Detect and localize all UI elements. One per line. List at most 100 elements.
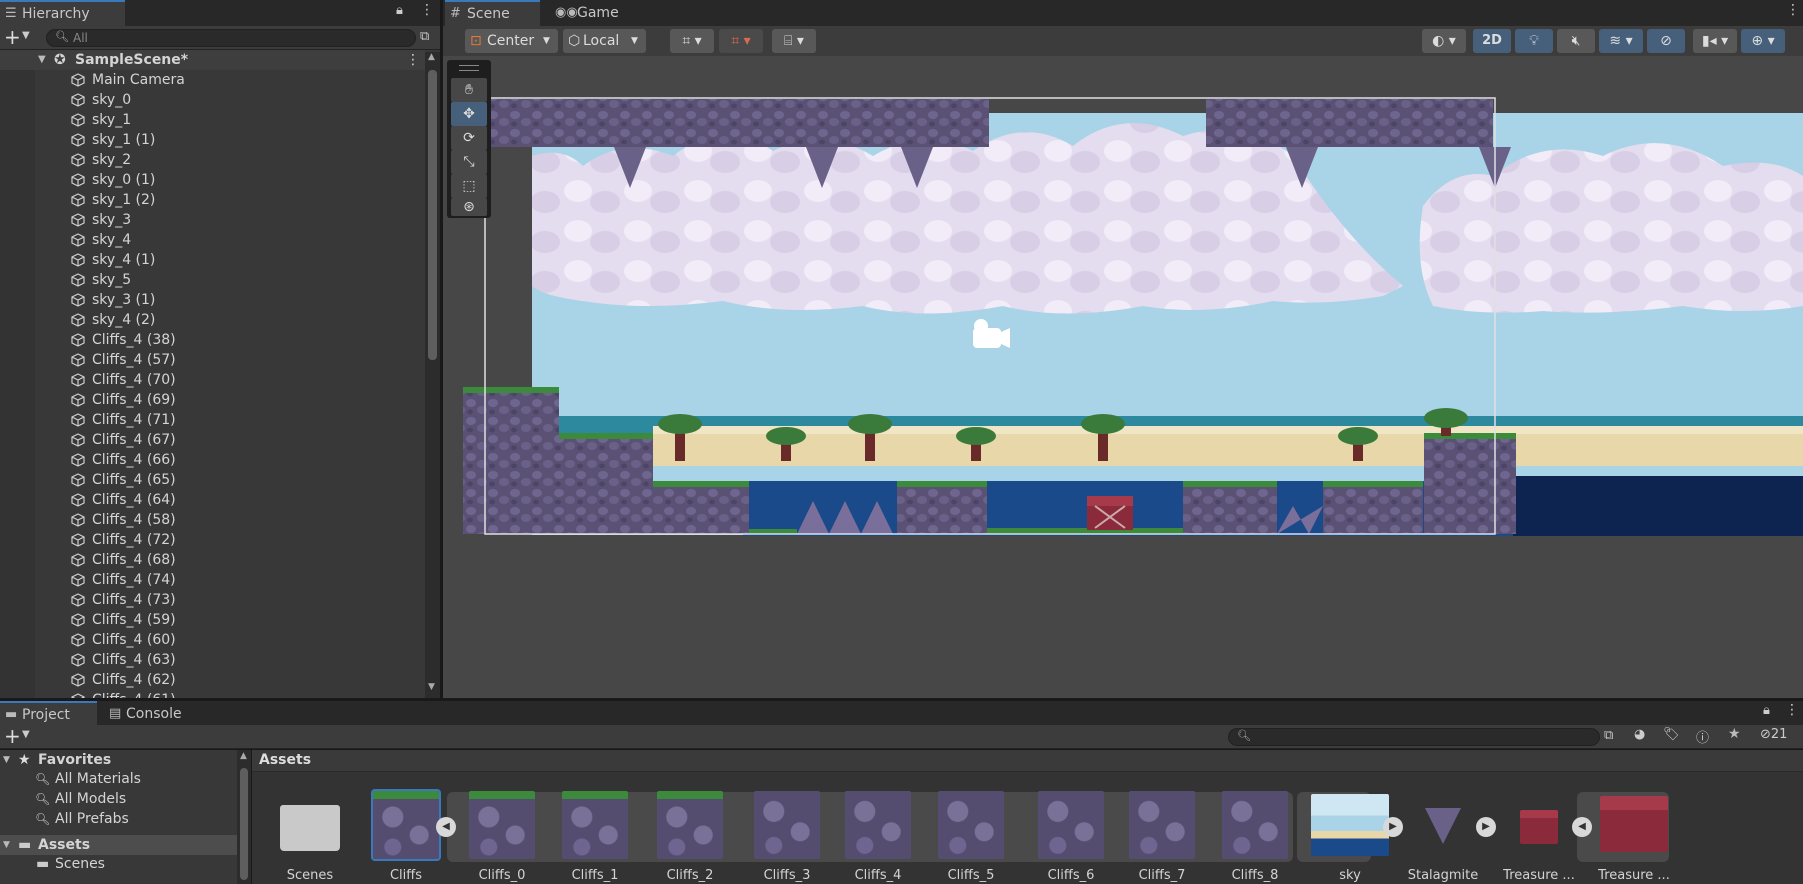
scene-visibility-button[interactable]: ⊘ [1647,29,1685,53]
asset-thumbnail[interactable] [469,791,535,859]
audio-toggle-button[interactable]: 🔇︎ [1557,29,1595,53]
hierarchy-scrollbar[interactable]: ▲ ▼ [425,52,440,698]
asset-label[interactable]: Cliffs_8 [1210,868,1300,883]
asset-thumbnail[interactable] [1520,810,1558,844]
add-icon[interactable]: + [4,725,21,747]
hierarchy-search-input[interactable]: 🔍︎ All [46,29,416,47]
gizmos-button[interactable]: ⊕ ▾ [1741,29,1785,53]
asset-thumbnail[interactable] [1222,791,1288,859]
hierarchy-item[interactable]: sky_3 (1) [0,290,425,310]
asset-thumbnail[interactable] [1600,796,1668,852]
hierarchy-item[interactable]: Cliffs_4 (67) [0,430,425,450]
asset-thumbnail[interactable] [754,791,820,859]
asset-label[interactable]: Stalagmite [1398,868,1488,883]
scene-row[interactable]: ▼ ✪ SampleScene* ⋮ [0,50,425,70]
hierarchy-item[interactable]: sky_1 (2) [0,190,425,210]
hierarchy-item[interactable]: Cliffs_4 (64) [0,490,425,510]
folder-scenes[interactable]: ▬ Scenes [0,854,237,874]
hierarchy-item[interactable]: sky_4 [0,230,425,250]
tab-hierarchy[interactable]: ☰ Hierarchy [0,0,125,26]
project-tree-scrollbar[interactable]: ▲ [237,750,251,884]
foldout-arrow-icon[interactable]: ▼ [3,750,10,770]
hierarchy-item[interactable]: sky_1 [0,110,425,130]
asset-thumbnail[interactable] [371,789,441,861]
foldout-arrow-icon[interactable]: ▼ [3,835,10,855]
hierarchy-item[interactable]: sky_3 [0,210,425,230]
collapse-arrow-icon[interactable]: ◀ [1572,817,1592,837]
filter-type-icon[interactable]: ◕ [1634,727,1645,742]
hierarchy-item[interactable]: Cliffs_4 (72) [0,530,425,550]
move-tool-button[interactable]: ✥ [451,102,487,126]
filter-label-icon[interactable]: 🏷︎ [1663,727,1680,742]
pivot-center-dropdown[interactable]: ⊡ Center ▼ [465,29,558,53]
foldout-arrow-icon[interactable]: ▼ [38,50,46,70]
asset-thumbnail[interactable] [562,791,628,859]
asset-thumbnail[interactable] [938,791,1004,859]
lock-icon[interactable]: 🔒︎ [396,3,403,18]
asset-label[interactable]: Cliffs_3 [742,868,832,883]
hierarchy-item[interactable]: Cliffs_4 (70) [0,370,425,390]
favorite-item[interactable]: 🔍︎ All Models [0,789,237,809]
favorites-header[interactable]: ▼ ★ Favorites [0,750,240,770]
hierarchy-item[interactable]: Cliffs_4 (69) [0,390,425,410]
hierarchy-item[interactable]: Cliffs_4 (57) [0,350,425,370]
hand-tool-button[interactable]: ✋︎ [451,78,487,102]
hidden-packages-icon[interactable]: ⊘21 [1760,727,1787,742]
hierarchy-item[interactable]: Cliffs_4 (68) [0,550,425,570]
scene-menu-icon[interactable]: ⋮ [406,50,420,70]
favorite-star-icon[interactable]: ★ [1728,726,1741,742]
hierarchy-item[interactable]: Cliffs_4 (66) [0,450,425,470]
scene-camera-button[interactable]: ▮◂ ▾ [1693,29,1737,53]
hierarchy-item[interactable]: sky_4 (2) [0,310,425,330]
kebab-menu-icon[interactable]: ⋮ [420,2,434,18]
increment-snap-button[interactable]: ⌗ ▾ [719,29,763,53]
lock-icon[interactable]: 🔒︎ [1763,703,1770,718]
expand-arrow-icon[interactable]: ▶ [1383,817,1403,837]
asset-label[interactable]: sky [1305,868,1395,883]
hierarchy-item[interactable]: Cliffs_4 (62) [0,670,425,690]
lighting-toggle-button[interactable]: 💡︎ [1515,29,1553,53]
asset-label[interactable]: Cliffs_4 [833,868,923,883]
hierarchy-item[interactable]: Main Camera [0,70,425,90]
expand-arrow-icon[interactable]: ▶ [1476,817,1496,837]
scene-viewport[interactable]: ✋︎ ✥ ⟳ ⤡ ⬚ ⊛ [443,56,1803,698]
rotate-tool-button[interactable]: ⟳ [451,126,487,150]
kebab-menu-icon[interactable]: ⋮ [1786,2,1800,18]
hierarchy-item[interactable]: Cliffs_4 (73) [0,590,425,610]
scroll-up-icon[interactable]: ▲ [240,751,247,761]
hierarchy-item[interactable]: Cliffs_4 (65) [0,470,425,490]
collapse-arrow-icon[interactable]: ◀ [436,817,456,837]
2d-mode-button[interactable]: 2D [1473,29,1511,53]
hierarchy-item[interactable]: sky_0 [0,90,425,110]
asset-label[interactable]: Cliffs_0 [457,868,547,883]
effects-toggle-button[interactable]: ≋ ▾ [1599,29,1643,53]
pivot-local-dropdown[interactable]: ⬡ Local ▼ [563,29,646,53]
grid-visibility-button[interactable]: ⌸ ▾ [772,29,816,53]
hierarchy-item[interactable]: Cliffs_4 (74) [0,570,425,590]
asset-label[interactable]: Cliffs [361,868,451,883]
asset-label[interactable]: Cliffs_5 [926,868,1016,883]
tab-console[interactable]: ▤ Console [104,701,204,727]
hierarchy-item[interactable]: Cliffs_4 (71) [0,410,425,430]
hierarchy-item[interactable]: sky_4 (1) [0,250,425,270]
drag-handle[interactable] [459,65,479,71]
hierarchy-item[interactable]: Cliffs_4 (60) [0,630,425,650]
hierarchy-item[interactable]: Cliffs_4 (63) [0,650,425,670]
scroll-down-icon[interactable]: ▼ [428,682,435,692]
add-icon[interactable]: + [4,26,21,48]
hierarchy-item[interactable]: sky_0 (1) [0,170,425,190]
rect-tool-button[interactable]: ⬚ [451,174,487,198]
hierarchy-item[interactable]: sky_1 (1) [0,130,425,150]
project-search-input[interactable]: 🔍︎ [1228,728,1600,746]
hierarchy-item[interactable]: sky_2 [0,150,425,170]
tab-game[interactable]: ◉◉ Game [549,0,644,26]
asset-thumbnail[interactable] [657,791,723,859]
assets-root[interactable]: ▼ ▬ Assets [0,835,237,855]
scroll-up-icon[interactable]: ▲ [428,52,435,62]
asset-label[interactable]: Treasure ... [1494,868,1584,883]
favorite-item[interactable]: 🔍︎ All Materials [0,769,237,789]
transform-tool-button[interactable]: ⊛ [451,198,487,216]
hierarchy-item[interactable]: Cliffs_4 (38) [0,330,425,350]
asset-label[interactable]: Scenes [265,868,355,883]
asset-thumbnail[interactable] [1311,794,1389,856]
